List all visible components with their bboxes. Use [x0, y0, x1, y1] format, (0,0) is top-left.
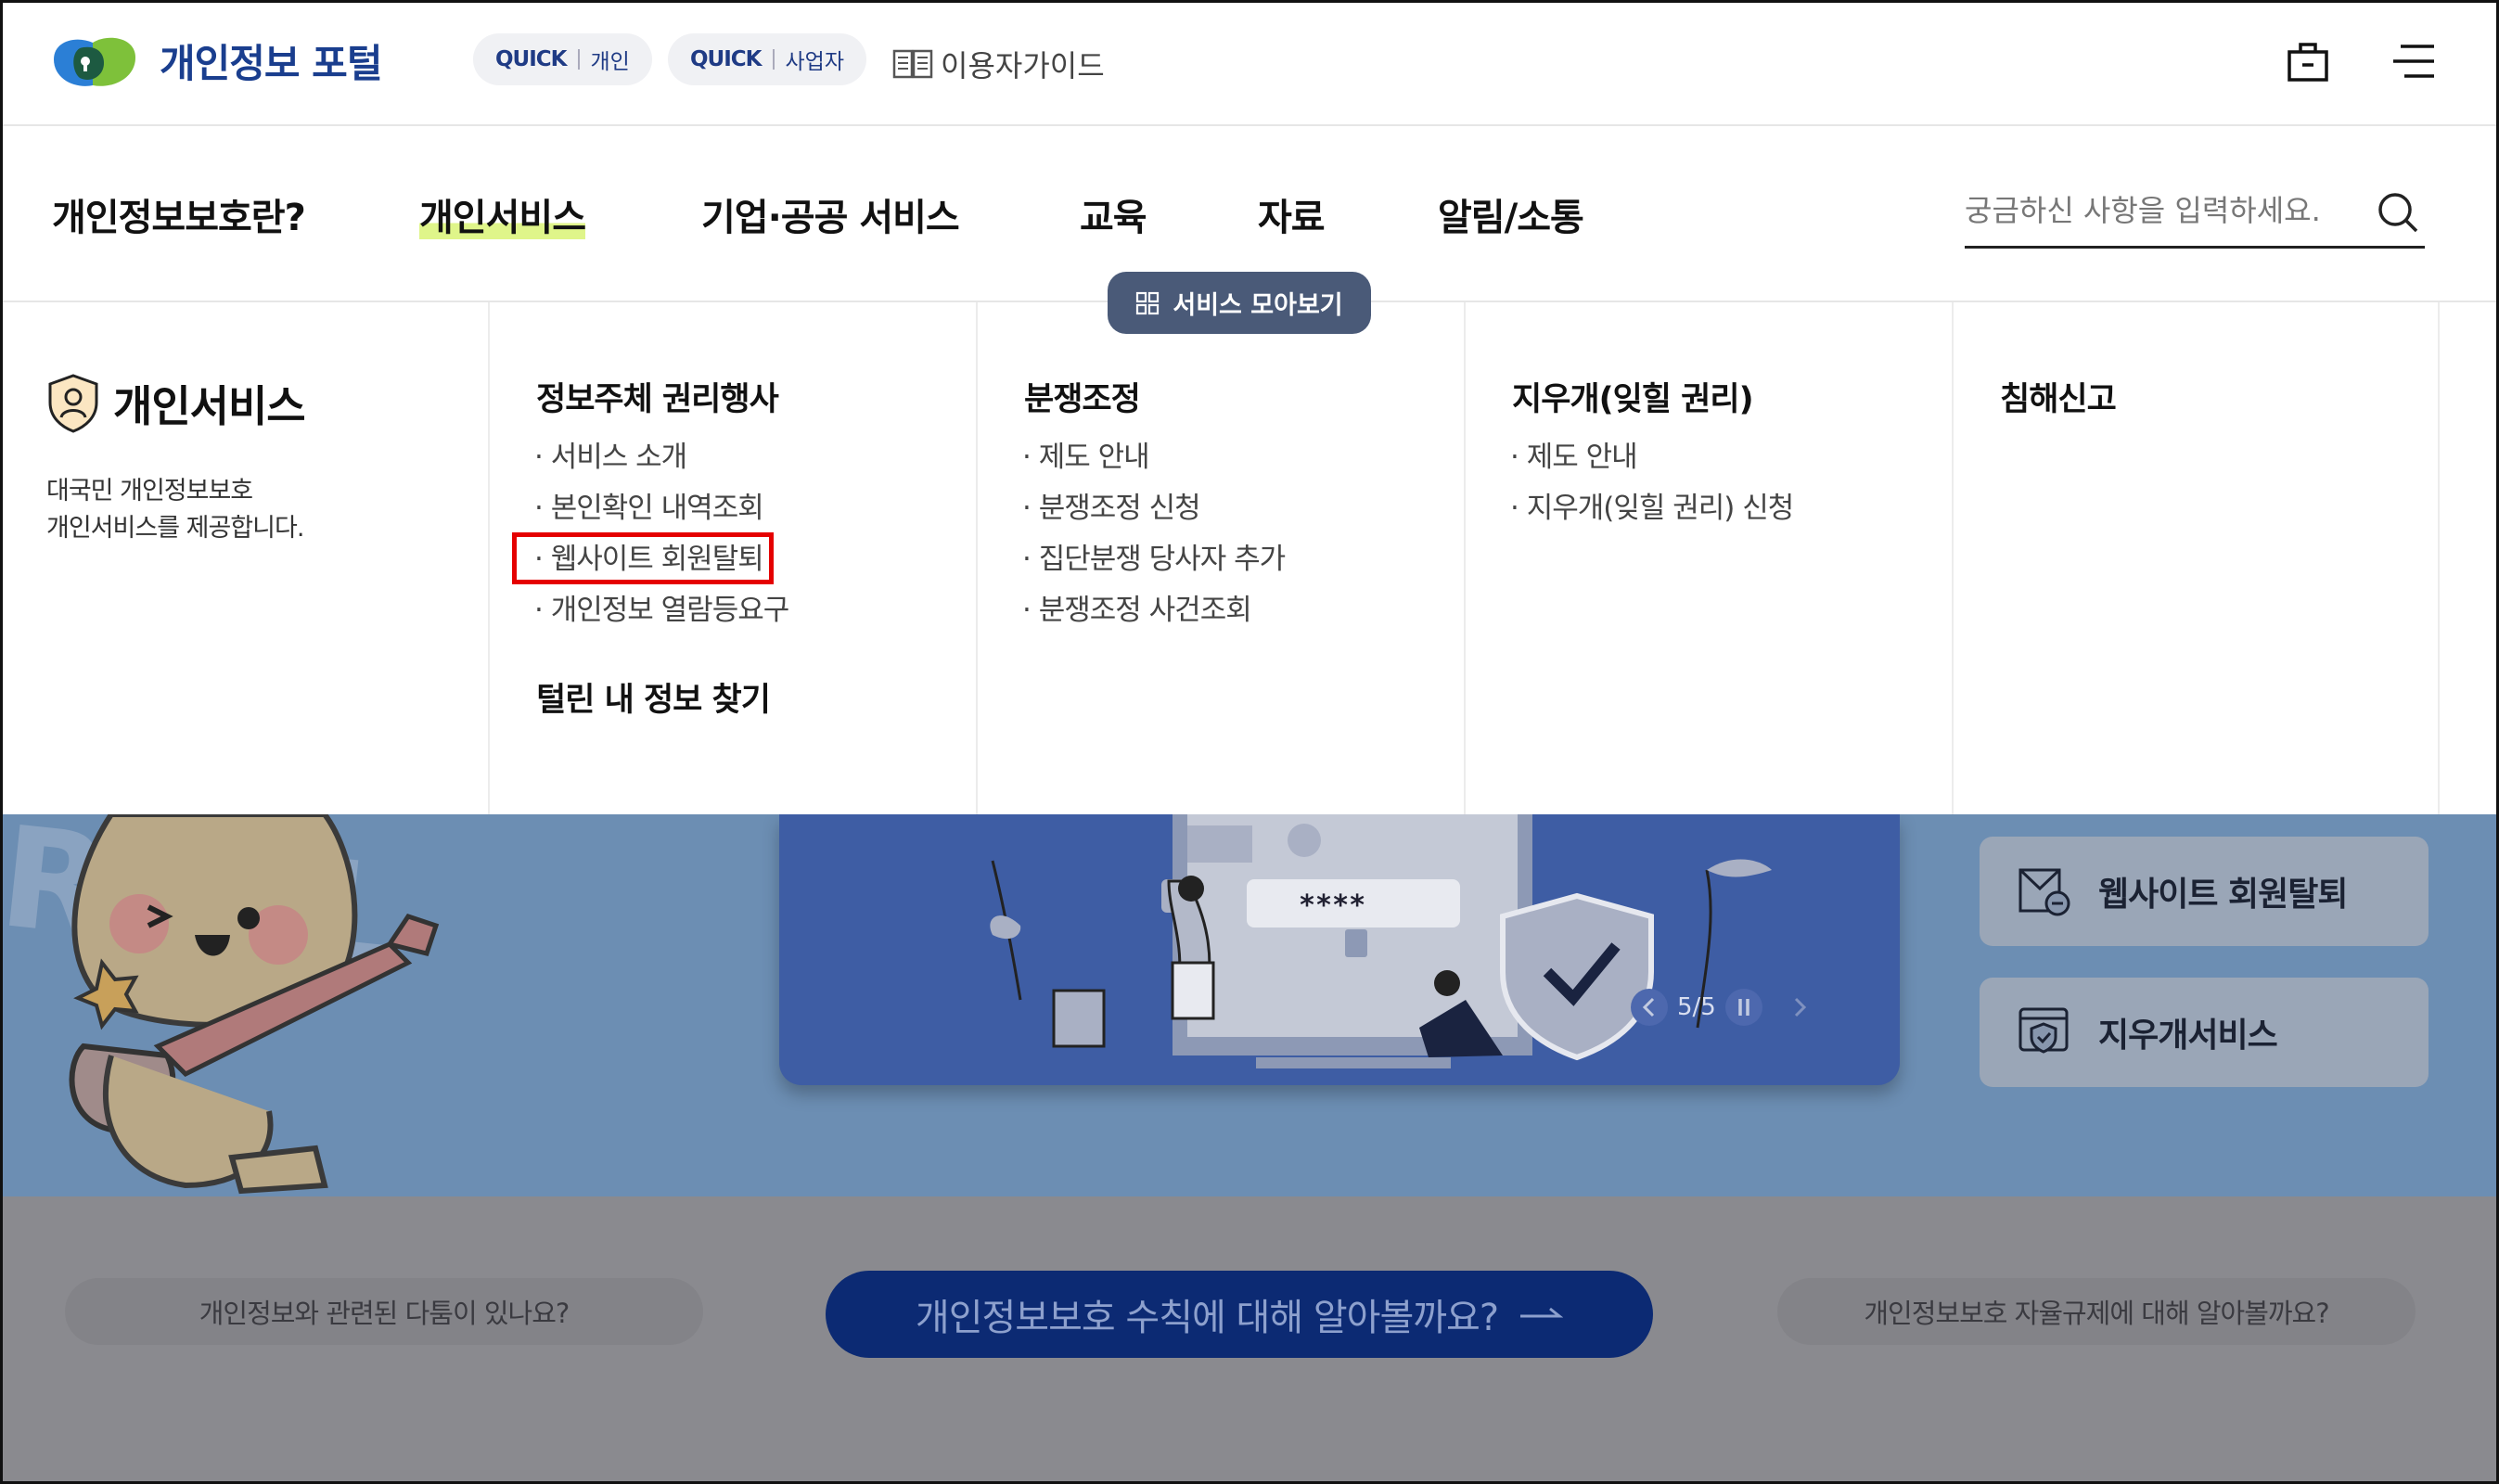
menu-item-identity-history[interactable]: 본인확인 내역조회	[534, 483, 788, 534]
quick-card-website-withdrawal[interactable]: 웹사이트 회원탈퇴	[1980, 837, 2429, 946]
column-title[interactable]: 정보주체 권리행사	[536, 373, 779, 420]
mega-column-dispute: 분쟁조정 제도 안내 분쟁조정 신청 집단분쟁 당사자 추가 분쟁조정 사건조회	[976, 302, 1464, 814]
mega-menu: 개인서비스 대국민 개인정보보호 개인서비스를 제공합니다. 정보주체 권리행사…	[0, 302, 2499, 814]
menu-item-system-guide[interactable]: 제도 안내	[1022, 432, 1285, 483]
privacy-rules-button[interactable]: 개인정보보호 수칙에 대해 알아볼까요?	[826, 1271, 1653, 1358]
column-title[interactable]: 분쟁조정	[1024, 373, 1141, 420]
quick-business-button[interactable]: QUICK 사업자	[668, 33, 866, 85]
mail-withdraw-icon	[2018, 868, 2070, 916]
shield-user-icon	[48, 374, 98, 433]
user-guide-label: 이용자가이드	[941, 48, 1105, 83]
quick-personal-button[interactable]: QUICK 개인	[473, 33, 652, 85]
briefcase-icon[interactable]	[2286, 39, 2330, 83]
menu-item-dispute-case-lookup[interactable]: 분쟁조정 사건조회	[1022, 585, 1285, 636]
site-logo[interactable]: 개인정보 포털	[48, 32, 382, 89]
menu-item-group-dispute-add[interactable]: 집단분쟁 당사자 추가	[1022, 534, 1286, 585]
mega-column-eraser: 지우개(잊힐 권리) 제도 안내 지우개(잊힐 권리) 신청	[1464, 302, 1952, 814]
chevron-right-icon	[1794, 997, 1806, 1017]
mega-intro-desc-line2: 개인서비스를 제공합니다.	[46, 514, 304, 543]
quick-tag: QUICK	[690, 47, 762, 71]
arrow-right-icon	[1520, 1307, 1564, 1318]
book-icon	[892, 49, 933, 79]
nav-item-personal-service[interactable]: 개인서비스	[419, 187, 586, 241]
mega-intro-title: 개인서비스	[113, 381, 306, 431]
banner-pager: 5/5	[1621, 989, 1827, 1026]
search-icon[interactable]	[2377, 191, 2419, 234]
dispute-question-button[interactable]: 개인정보와 관련된 다툼이 있나요?	[65, 1278, 703, 1345]
prev-button[interactable]	[1631, 989, 1668, 1026]
search-input[interactable]	[1965, 178, 2354, 243]
nav-item-resources[interactable]: 자료	[1258, 187, 1326, 241]
service-collection-button[interactable]: 서비스 모아보기	[1108, 272, 1371, 334]
menu-item-eraser-guide[interactable]: 제도 안내	[1510, 432, 1793, 483]
nav-item-education[interactable]: 교육	[1080, 187, 1147, 241]
logo-text: 개인정보 포털	[160, 40, 382, 86]
nav-item-privacy[interactable]: 개인정보보호란?	[52, 187, 306, 241]
mega-intro: 개인서비스 대국민 개인정보보호 개인서비스를 제공합니다.	[46, 373, 455, 547]
hero-banner[interactable]: ****	[779, 814, 1900, 1085]
next-button[interactable]	[1781, 989, 1818, 1026]
logo-icon	[54, 37, 135, 86]
quick-label: 개인	[590, 50, 630, 74]
quick-card-label: 웹사이트 회원탈퇴	[2098, 876, 2348, 914]
menu-item-eraser-apply[interactable]: 지우개(잊힐 권리) 신청	[1510, 483, 1795, 534]
chevron-left-icon	[1642, 997, 1655, 1017]
pill-label: 개인정보보호 자율규제에 대해 알아볼까요?	[1864, 1298, 2329, 1329]
quick-card-label: 지우개서비스	[2098, 1017, 2278, 1055]
selection-highlight-box	[512, 532, 774, 584]
mega-intro-desc-line1: 대국민 개인정보보호	[46, 477, 253, 505]
column-title[interactable]: 지우개(잊힐 권리)	[1512, 373, 1754, 420]
grid-icon	[1136, 291, 1160, 314]
menu-item-service-intro[interactable]: 서비스 소개	[534, 432, 788, 483]
pill-main-label: 개인정보보호 수칙에 대해 알아볼까요?	[915, 1297, 1499, 1339]
quick-card-eraser-service[interactable]: 지우개서비스	[1980, 978, 2429, 1087]
pager-count: 5/5	[1677, 993, 1716, 1021]
menu-item-dispute-apply[interactable]: 분쟁조정 신청	[1022, 483, 1285, 534]
service-collection-label: 서비스 모아보기	[1173, 291, 1343, 320]
nav-item-notice[interactable]: 알림/소통	[1438, 187, 1584, 241]
mascot-illustration: ROLL	[0, 814, 440, 1195]
pill-label: 개인정보와 관련된 다툼이 있나요?	[199, 1298, 570, 1329]
quick-label: 사업자	[785, 50, 844, 74]
browser-shield-icon	[2018, 1007, 2069, 1054]
pause-button[interactable]	[1724, 989, 1762, 1026]
quick-tag: QUICK	[495, 47, 567, 71]
mega-column-spacer	[2438, 302, 2499, 814]
search-box	[1965, 178, 2425, 249]
menu-item-info-request[interactable]: 개인정보 열람등요구	[534, 585, 790, 636]
user-guide-link[interactable]: 이용자가이드	[892, 43, 1105, 85]
site-header: 개인정보 포털 QUICK 개인 QUICK 사업자 이용자가이드	[0, 0, 2499, 126]
column-title[interactable]: 침해신고	[2000, 373, 2117, 420]
menu-icon[interactable]	[2391, 39, 2436, 83]
column-subtitle[interactable]: 털린 내 정보 찾기	[536, 673, 771, 721]
pause-icon	[1738, 999, 1749, 1016]
self-regulation-button[interactable]: 개인정보보호 자율규제에 대해 알아볼까요?	[1777, 1278, 2416, 1345]
mega-column-report: 침해신고	[1952, 302, 2438, 814]
password-mask-text: ****	[1299, 889, 1365, 922]
security-illustration: ****	[990, 814, 1772, 1068]
nav-item-business-service[interactable]: 기업·공공 서비스	[701, 187, 960, 241]
